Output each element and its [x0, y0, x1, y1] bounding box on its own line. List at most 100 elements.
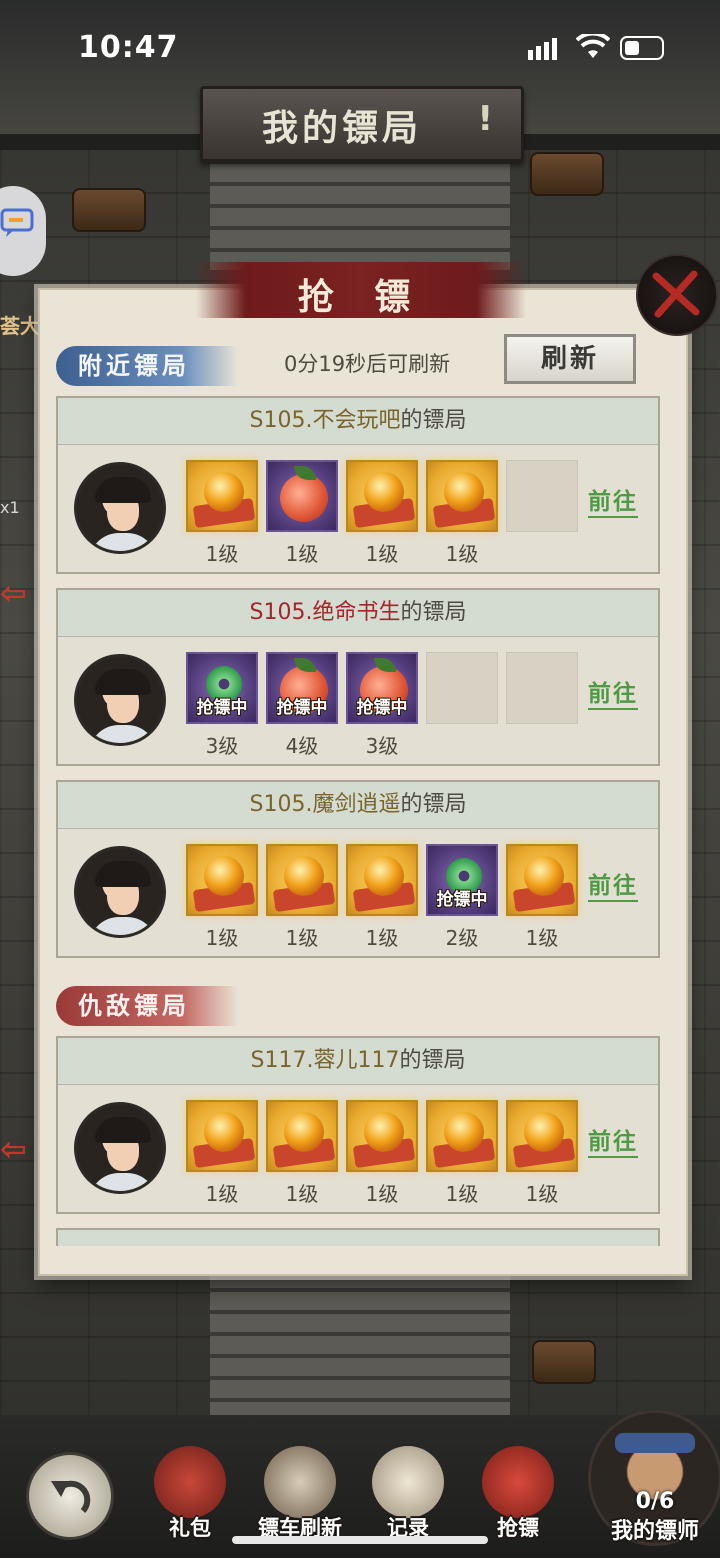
side-fragment-text: 荟大	[0, 314, 40, 338]
refresh-button[interactable]: 刷新	[504, 334, 636, 384]
server-id: S117.	[250, 1048, 314, 1073]
my-escort-bureau-sign: 我的镖局 !	[200, 86, 524, 162]
player-avatar[interactable]	[74, 1102, 166, 1194]
home-indicator[interactable]	[232, 1536, 488, 1544]
golden-orb-icon	[284, 1112, 324, 1152]
player-avatar[interactable]	[74, 846, 166, 938]
cargo-slot[interactable]: 抢镖中	[266, 652, 338, 724]
signal-icon	[528, 38, 557, 60]
nav-label: 礼包	[169, 1515, 211, 1540]
escort-bureau-card: S105.绝命书生的镖局 抢镖中 3级 抢镖中 4级 抢镖中 3级 前往	[56, 588, 660, 766]
left-arrow-icon[interactable]: ⇦	[0, 1130, 27, 1168]
escort-bureau-card: S117.蓉儿117的镖局 1级 1级 1级 1级 1级 前往	[56, 1036, 660, 1214]
goto-button[interactable]: 前往	[588, 674, 638, 710]
chat-button[interactable]	[0, 186, 46, 276]
treasure-chest	[530, 152, 604, 196]
player-name: 不会玩吧	[312, 408, 401, 433]
cargo-slot[interactable]	[506, 1100, 578, 1172]
stairs-top	[210, 150, 510, 270]
left-arrow-icon[interactable]: ⇦	[0, 574, 27, 612]
player-name: 魔剑逍遥	[312, 792, 401, 817]
cargo-level: 1级	[285, 542, 319, 566]
server-id: S105.	[249, 408, 313, 433]
nav-gift-pack[interactable]: 礼包	[142, 1440, 238, 1550]
cargo-slot[interactable]	[346, 460, 418, 532]
cargo-level: 3级	[365, 734, 399, 758]
server-id: S105.	[249, 792, 313, 817]
server-id: S105.	[249, 600, 313, 625]
golden-orb-icon	[284, 856, 324, 896]
empty-cargo-slot	[506, 652, 578, 724]
sign-title: 我的镖局	[261, 107, 422, 149]
golden-orb-icon	[364, 856, 404, 896]
robbing-badge: 抢镖中	[276, 698, 328, 718]
guard-label: 我的镖师	[610, 1518, 699, 1544]
cargo-slot[interactable]	[266, 1100, 338, 1172]
nav-rob-escort[interactable]: 抢镖	[470, 1440, 566, 1550]
info-exclamation-icon[interactable]: !	[477, 99, 493, 139]
empty-cargo-slot	[506, 460, 578, 532]
cargo-slot[interactable]	[186, 460, 258, 532]
cargo-slot[interactable]	[186, 844, 258, 916]
bureau-suffix: 的镖局	[400, 408, 467, 433]
cargo-slot[interactable]	[186, 1100, 258, 1172]
cargo-level: 3级	[205, 734, 239, 758]
cargo-level: 1级	[205, 1182, 239, 1206]
cargo-slot[interactable]	[506, 844, 578, 916]
cargo-slot[interactable]	[266, 844, 338, 916]
nav-cart-refresh[interactable]: 镖车刷新	[252, 1440, 348, 1550]
goto-button[interactable]: 前往	[588, 1122, 638, 1158]
cargo-level: 1级	[365, 542, 399, 566]
guard-count: 0/6	[635, 1489, 675, 1514]
bureau-title: S105.魔剑逍遥的镖局	[58, 782, 658, 829]
panel-title-banner: 抢 镖	[196, 262, 526, 318]
cargo-slot[interactable]	[346, 844, 418, 916]
golden-orb-icon	[444, 472, 484, 512]
treasure-chest	[72, 188, 146, 232]
stairs-bottom	[210, 1270, 510, 1420]
cargo-slot[interactable]	[266, 460, 338, 532]
card-partial	[56, 1228, 660, 1246]
side-fragment-count: x1	[0, 498, 20, 517]
cargo-level: 1级	[525, 926, 559, 950]
close-button[interactable]	[636, 254, 718, 336]
goto-button[interactable]: 前往	[588, 482, 638, 518]
cargo-slot[interactable]: 抢镖中	[346, 652, 418, 724]
bureau-suffix: 的镖局	[399, 1048, 466, 1073]
robbing-badge: 抢镖中	[356, 698, 408, 718]
cargo-level: 1级	[445, 542, 479, 566]
player-name: 绝命书生	[312, 600, 401, 625]
cargo-level: 1级	[445, 1182, 479, 1206]
scroll-icon	[372, 1446, 444, 1518]
cargo-level: 1级	[205, 926, 239, 950]
cargo-slot[interactable]: 抢镖中	[186, 652, 258, 724]
golden-orb-icon	[364, 472, 404, 512]
player-avatar[interactable]	[74, 462, 166, 554]
clock: 10:47	[78, 30, 179, 65]
panel-title: 抢 镖	[297, 276, 425, 318]
my-escort-guard-button[interactable]: 0/6 我的镖师	[588, 1410, 720, 1546]
bureau-suffix: 的镖局	[400, 792, 467, 817]
golden-orb-icon	[444, 1112, 484, 1152]
wifi-icon	[576, 34, 610, 58]
cargo-level: 1级	[285, 926, 319, 950]
cargo-slot[interactable]	[426, 460, 498, 532]
nearby-bureaus-tag: 附近镖局	[56, 346, 238, 386]
nav-records[interactable]: 记录	[360, 1440, 456, 1550]
player-avatar[interactable]	[74, 654, 166, 746]
cargo-slot[interactable]: 抢镖中	[426, 844, 498, 916]
escort-bureau-card: S105.魔剑逍遥的镖局 1级 1级 1级 抢镖中 2级 1级 前往	[56, 780, 660, 958]
cargo-level: 1级	[365, 1182, 399, 1206]
goto-button[interactable]: 前往	[588, 866, 638, 902]
status-bar: 10:47	[0, 0, 720, 96]
chat-icon	[0, 208, 34, 237]
cargo-slot[interactable]	[426, 1100, 498, 1172]
golden-orb-icon	[524, 1112, 564, 1152]
empty-cargo-slot	[426, 652, 498, 724]
cart-icon	[264, 1446, 336, 1518]
back-button[interactable]	[26, 1452, 114, 1540]
bureau-title: S105.不会玩吧的镖局	[58, 398, 658, 445]
golden-orb-icon	[364, 1112, 404, 1152]
cargo-slot[interactable]	[346, 1100, 418, 1172]
cargo-level: 1级	[285, 1182, 319, 1206]
